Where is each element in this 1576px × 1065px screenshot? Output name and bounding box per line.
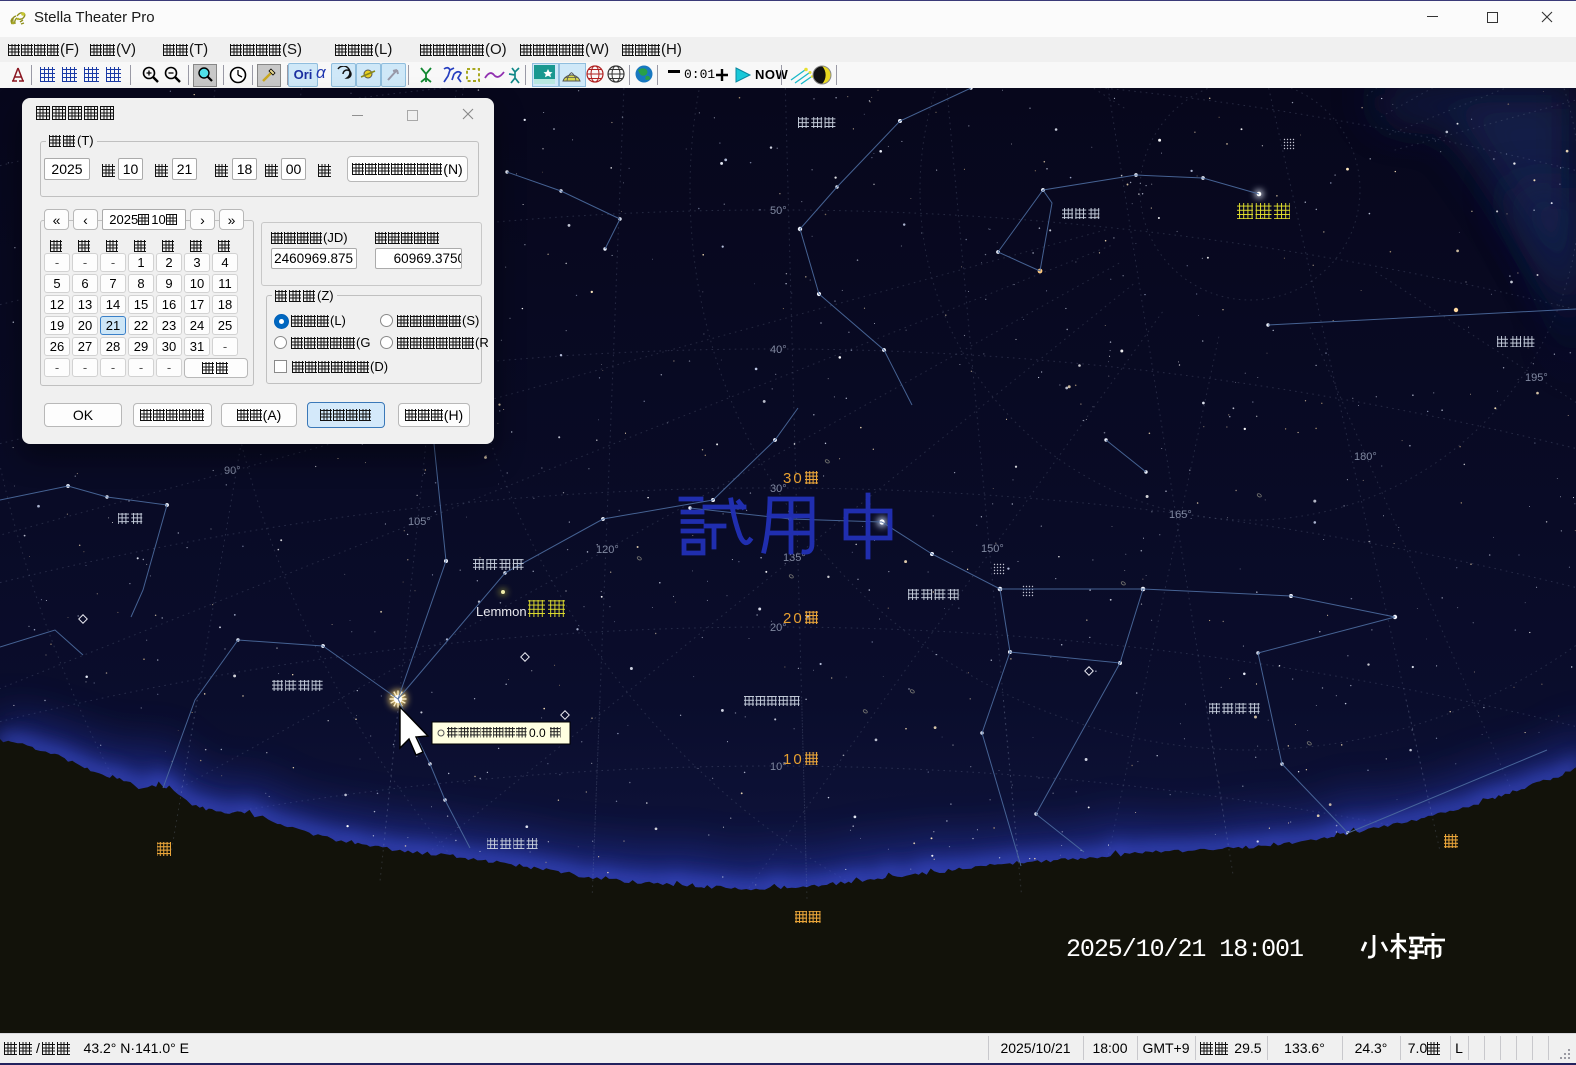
svg-text:10°: 10° xyxy=(770,761,787,773)
svg-text:0.0: 0.0 xyxy=(529,726,546,740)
svg-text:180°: 180° xyxy=(1354,451,1377,463)
svg-text:30°: 30° xyxy=(770,483,787,495)
svg-text:165°: 165° xyxy=(1169,509,1192,521)
svg-text:Lemmon: Lemmon xyxy=(476,604,527,619)
svg-text:40°: 40° xyxy=(770,344,787,356)
svg-text:50°: 50° xyxy=(770,205,787,217)
svg-text:105°: 105° xyxy=(408,516,431,528)
svg-text:150°: 150° xyxy=(981,543,1004,555)
svg-text:90°: 90° xyxy=(224,465,241,477)
svg-text:120°: 120° xyxy=(596,544,619,556)
svg-text:20°: 20° xyxy=(770,622,787,634)
svg-text:2025/10/21 18:001: 2025/10/21 18:001 xyxy=(1066,935,1304,964)
svg-text:195°: 195° xyxy=(1525,372,1548,384)
